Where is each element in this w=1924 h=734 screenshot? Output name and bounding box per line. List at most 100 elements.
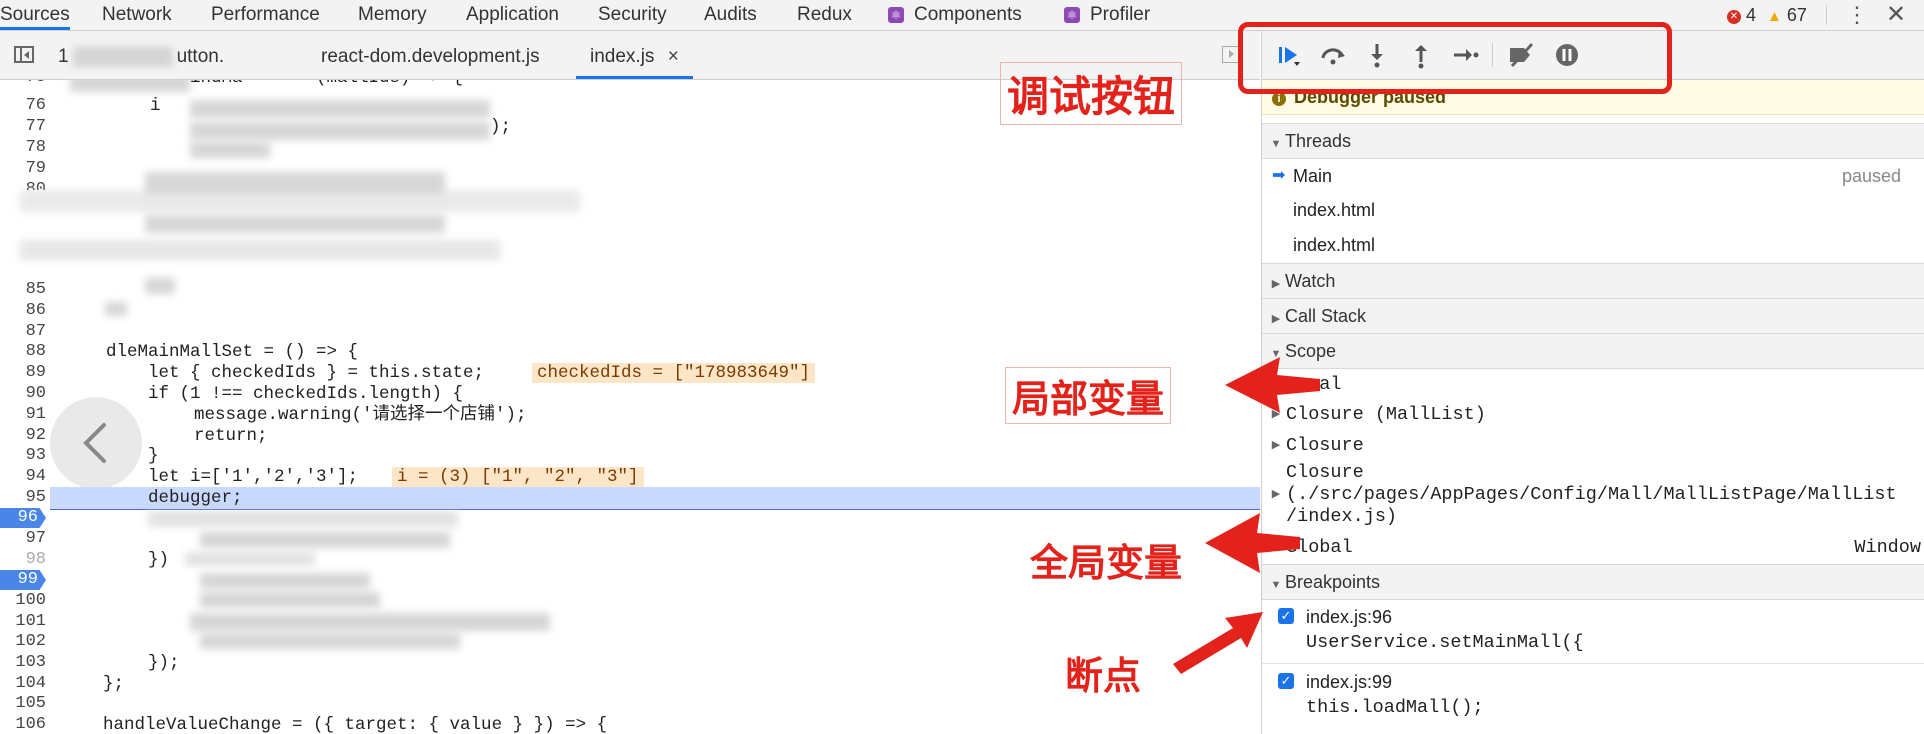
scope-path: (./src/pages/AppPages/Config/Mall/MallLi…: [1286, 484, 1897, 505]
code-line: return;: [194, 426, 268, 446]
breakpoint-checkbox[interactable]: ✓: [1278, 673, 1294, 689]
redacted-code: [190, 100, 490, 118]
line-number[interactable]: 104: [0, 674, 46, 694]
section-title: Watch: [1285, 271, 1336, 291]
redacted-code: [20, 240, 500, 260]
section-threads[interactable]: ▼ Threads: [1262, 123, 1924, 159]
line-number[interactable]: 77: [0, 117, 46, 137]
line-number[interactable]: 89: [0, 363, 46, 383]
line-number[interactable]: 106: [0, 715, 46, 734]
debugger-sidebar: i Debugger paused ▼ Threads ➡ Main paused …: [1261, 31, 1924, 734]
breakpoint-marker[interactable]: 99: [0, 570, 46, 590]
line-number[interactable]: 86: [0, 301, 46, 321]
thread-row[interactable]: index.html: [1262, 193, 1924, 227]
section-breakpoints[interactable]: ▼ Breakpoints: [1262, 564, 1924, 600]
redacted-code: [200, 592, 380, 608]
breakpoint-item[interactable]: ✓ index.js:99 this.loadMall();: [1262, 666, 1924, 726]
tab-audits[interactable]: Audits: [704, 0, 757, 30]
annotation-local-vars: 局部变量: [1005, 367, 1172, 424]
line-number[interactable]: 76: [0, 96, 46, 116]
close-devtools-icon[interactable]: ✕: [1886, 0, 1906, 30]
thread-name: index.html: [1293, 235, 1376, 255]
divider: [1826, 5, 1827, 25]
file-tab-index-js[interactable]: index.js ×: [576, 31, 693, 79]
line-number[interactable]: 78: [0, 138, 46, 158]
back-button[interactable]: [50, 397, 142, 489]
tab-sources[interactable]: Sources: [0, 0, 70, 30]
line-number[interactable]: 90: [0, 384, 46, 404]
scope-closure-malllist[interactable]: ▶ Closure (MallList): [1262, 401, 1924, 429]
line-number[interactable]: 91: [0, 405, 46, 425]
code-line: let { checkedIds } = this.state;: [148, 363, 485, 383]
tab-performance[interactable]: Performance: [211, 0, 320, 30]
more-menu-icon[interactable]: ⋮: [1846, 0, 1868, 30]
code-line: if (1 !== checkedIds.length) {: [148, 384, 464, 404]
tab-network[interactable]: Network: [102, 0, 172, 30]
tab-components[interactable]: ⚛ Components: [888, 0, 1022, 30]
scope-label: Closure: [1286, 462, 1364, 483]
line-number[interactable]: 92: [0, 426, 46, 446]
thread-row[interactable]: ➡ Main paused: [1262, 159, 1924, 193]
breakpoint-item[interactable]: ✓ index.js:96 UserService.setMainMall({: [1262, 601, 1924, 661]
line-number[interactable]: 87: [0, 322, 46, 342]
line-number[interactable]: 94: [0, 467, 46, 487]
tab-profiler-label: Profiler: [1090, 4, 1151, 25]
breakpoint-code: UserService.setMainMall({: [1306, 632, 1584, 653]
react-icon: ⚛: [888, 7, 904, 23]
toggle-navigator-icon[interactable]: [14, 46, 34, 63]
line-number[interactable]: 79: [0, 159, 46, 179]
tab-redux[interactable]: Redux: [797, 0, 852, 30]
code-line: let i=['1','2','3'];: [148, 467, 359, 487]
file-tab-blurred[interactable]: 1 utton.: [58, 31, 224, 79]
line-number[interactable]: 102: [0, 632, 46, 652]
issue-counters[interactable]: ✕ 4 ▲ 67: [1727, 0, 1807, 30]
line-number[interactable]: 93: [0, 446, 46, 466]
error-icon: ✕: [1727, 10, 1741, 24]
section-call-stack[interactable]: ▶ Call Stack: [1262, 298, 1924, 334]
section-scope[interactable]: ▼ Scope: [1262, 333, 1924, 369]
line-number[interactable]: 103: [0, 653, 46, 673]
warning-count: 67: [1786, 5, 1807, 25]
thread-row[interactable]: index.html: [1262, 228, 1924, 262]
line-number[interactable]: 97: [0, 529, 46, 549]
tab-application[interactable]: Application: [466, 0, 559, 30]
thread-name: Main: [1293, 166, 1333, 186]
thread-status: paused: [1841, 166, 1901, 186]
redacted-code: [20, 190, 580, 212]
redacted-code: [70, 80, 190, 92]
breakpoint-checkbox[interactable]: ✓: [1278, 608, 1294, 624]
section-watch[interactable]: ▶ Watch: [1262, 263, 1924, 299]
line-number[interactable]: 80: [0, 180, 46, 190]
code-line: }): [148, 550, 170, 570]
thread-name: index.html: [1293, 200, 1376, 220]
line-number[interactable]: 101: [0, 612, 46, 632]
line-number[interactable]: 88: [0, 342, 46, 362]
scope-global[interactable]: Global Window: [1262, 534, 1924, 562]
line-number[interactable]: 75: [0, 80, 46, 88]
tab-profiler[interactable]: ⚛ Profiler: [1064, 0, 1150, 30]
line-gutter: 75 76 77 78 79 80 85 86 87 88 89 90 91 9…: [0, 80, 48, 734]
file-tab-blurred-suffix: utton.: [176, 46, 225, 67]
annotation-debug-buttons: 调试按钮: [1000, 62, 1183, 125]
file-tab-react-dom[interactable]: react-dom.development.js: [321, 31, 540, 79]
line-number[interactable]: 105: [0, 694, 46, 714]
highlight-box-debug-buttons: [1238, 22, 1672, 94]
line-number[interactable]: 95: [0, 488, 46, 508]
file-tab-label: index.js: [590, 46, 655, 67]
line-number[interactable]: 98: [0, 550, 46, 570]
scope-closure[interactable]: ▶ Closure: [1262, 432, 1924, 460]
line-number[interactable]: 100: [0, 591, 46, 611]
scope-local[interactable]: Local: [1262, 371, 1924, 399]
breakpoint-code: this.loadMall();: [1306, 697, 1484, 718]
close-tab-icon[interactable]: ×: [668, 46, 679, 67]
scope-closure-module[interactable]: ▶ Closure (./src/pages/AppPages/Config/M…: [1262, 462, 1924, 532]
tab-security[interactable]: Security: [598, 0, 667, 30]
line-number[interactable]: 85: [0, 280, 46, 300]
code-line: indMa = (mallIds) => {: [190, 80, 463, 88]
tab-memory[interactable]: Memory: [358, 0, 427, 30]
info-icon: i: [1272, 92, 1286, 106]
code-line: handleValueChange = ({ target: { value }…: [103, 715, 608, 734]
breakpoint-marker[interactable]: 96: [0, 508, 46, 528]
redacted-code: [145, 278, 175, 294]
code-line: );: [490, 117, 512, 137]
